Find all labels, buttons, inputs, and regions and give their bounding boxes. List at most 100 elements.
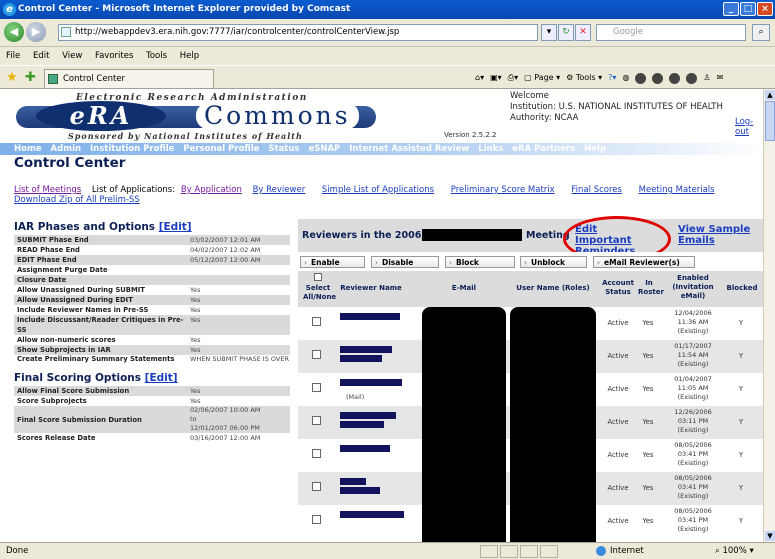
applications-label: List of Applications: — [91, 185, 176, 195]
option-label: Allow non-numeric scores — [17, 336, 116, 344]
zoom-level[interactable]: ⌕ 100% ▾ — [715, 543, 754, 559]
enabled-header[interactable]: Enabled (Invitation eMail) — [664, 274, 722, 301]
username-header[interactable]: User Name (Roles) — [510, 284, 596, 293]
menu-tools[interactable]: Tools — [146, 51, 167, 61]
address-dropdown-button[interactable]: ▾ — [541, 24, 557, 41]
blocked-flag: Y — [738, 319, 744, 327]
simple-list-link[interactable]: Simple List of Applications — [322, 185, 434, 195]
iar-edit-link[interactable]: [Edit] — [159, 221, 192, 233]
nav-esnap[interactable]: eSNAP — [308, 144, 340, 154]
option-label: Create Preliminary Summary Statements — [17, 355, 175, 363]
help-icon[interactable]: ?▾ — [608, 70, 616, 86]
home-icon[interactable]: ⌂▾ — [475, 70, 484, 86]
search-icon[interactable]: ⌕ — [752, 24, 770, 41]
messenger-icon[interactable]: ♙ — [703, 70, 710, 86]
tab-control-center[interactable]: Control Center — [44, 69, 214, 88]
by-application-link[interactable]: By Application — [181, 185, 242, 195]
nav-institution-profile[interactable]: Institution Profile — [90, 144, 174, 154]
toolbar-dot-1[interactable] — [635, 72, 647, 84]
enable-button[interactable]: › Enable — [300, 256, 365, 268]
unblock-button[interactable]: › Unblock — [520, 256, 587, 268]
row-checkbox[interactable] — [312, 317, 321, 326]
blocked-header[interactable]: Blocked — [722, 284, 762, 293]
final-scores-link[interactable]: Final Scores — [571, 185, 622, 195]
select-all-checkbox[interactable] — [314, 273, 322, 281]
option-value — [190, 265, 290, 275]
feeds-icon[interactable]: ▣▾ — [490, 70, 502, 86]
redacted-meeting-name — [422, 229, 522, 241]
row-checkbox[interactable] — [312, 449, 321, 458]
option-value: Yes — [190, 296, 201, 304]
in-roster-header[interactable]: In Roster — [638, 279, 664, 297]
email-reviewers-button[interactable]: › eMail Reviewer(s) — [593, 256, 695, 268]
row-checkbox[interactable] — [312, 515, 321, 524]
add-favorites-icon[interactable]: ✚ — [25, 70, 36, 85]
nav-status[interactable]: Status — [268, 144, 299, 154]
option-label: Include Reviewer Names in Pre-SS — [17, 306, 149, 314]
menu-view[interactable]: View — [62, 51, 82, 61]
redacted-reviewer-name[interactable] — [340, 445, 404, 467]
print-icon[interactable]: ⎙▾ — [508, 70, 518, 86]
toolbar-dot-4[interactable] — [686, 72, 698, 84]
by-reviewer-link[interactable]: By Reviewer — [253, 185, 306, 195]
close-button[interactable]: × — [757, 2, 773, 16]
menu-help[interactable]: Help — [180, 51, 199, 61]
back-button[interactable]: ◀ — [4, 22, 24, 42]
redacted-reviewer-name[interactable] — [340, 478, 404, 500]
nav-help[interactable]: Help — [584, 144, 606, 154]
toolbar-dot-3[interactable] — [669, 72, 681, 84]
vertical-scrollbar[interactable]: ▲ ▼ — [763, 89, 775, 542]
disable-button[interactable]: › Disable — [371, 256, 439, 268]
row-checkbox[interactable] — [312, 482, 321, 491]
email-header[interactable]: E-Mail — [426, 284, 502, 293]
scroll-down-icon[interactable]: ▼ — [765, 531, 775, 541]
enabled-date: 08/05/2006 03:41 PM (Existing) — [674, 507, 712, 533]
meeting-materials-link[interactable]: Meeting Materials — [639, 185, 715, 195]
research-icon[interactable]: ◍ — [622, 70, 629, 86]
redacted-reviewer-name[interactable] — [340, 511, 404, 533]
nav-era-partners[interactable]: eRA Partners — [512, 144, 575, 154]
menu-favorites[interactable]: Favorites — [95, 51, 133, 61]
in-roster: Yes — [642, 517, 654, 525]
minimize-button[interactable]: _ — [723, 2, 739, 16]
stop-button[interactable]: ✕ — [575, 24, 591, 41]
scroll-thumb[interactable] — [765, 101, 775, 141]
favorites-star-icon[interactable]: ★ — [6, 70, 18, 85]
nav-links[interactable]: Links — [478, 144, 503, 154]
menu-file[interactable]: File — [6, 51, 20, 61]
view-sample-emails-link[interactable]: View Sample Emails — [678, 224, 758, 246]
final-edit-link[interactable]: [Edit] — [145, 372, 178, 384]
preliminary-score-matrix-link[interactable]: Preliminary Score Matrix — [451, 185, 555, 195]
menu-edit[interactable]: Edit — [33, 51, 49, 61]
extra-icon[interactable]: ✉ — [717, 70, 724, 86]
tools-menu[interactable]: ⚙ Tools ▾ — [566, 70, 602, 86]
option-row: READ Phase End 04/02/2007 12:02 AM — [14, 245, 290, 255]
scroll-up-icon[interactable]: ▲ — [765, 90, 775, 100]
block-button[interactable]: › Block — [445, 256, 515, 268]
nav-admin[interactable]: Admin — [51, 144, 82, 154]
account-status: Active — [607, 517, 629, 525]
account-status-header[interactable]: Account Status — [598, 279, 638, 297]
forward-button[interactable]: ▶ — [26, 22, 46, 42]
list-of-meetings-link[interactable]: List of Meetings — [14, 185, 81, 195]
redacted-reviewer-name[interactable] — [340, 313, 404, 335]
in-roster: Yes — [642, 319, 654, 327]
nav-iar[interactable]: Internet Assisted Review — [349, 144, 469, 154]
address-bar[interactable]: http://webappdev3.era.nih.gov:7777/iar/c… — [58, 24, 538, 41]
reviewer-name-header[interactable]: Reviewer Name — [336, 284, 406, 293]
select-all-column[interactable]: Select All/None — [303, 273, 336, 302]
row-checkbox[interactable] — [312, 383, 321, 392]
nav-personal-profile[interactable]: Personal Profile — [183, 144, 259, 154]
redacted-reviewer-name[interactable] — [340, 412, 404, 434]
redacted-reviewer-name[interactable] — [340, 346, 404, 368]
row-checkbox[interactable] — [312, 350, 321, 359]
maximize-button[interactable]: □ — [740, 2, 756, 16]
logout-link[interactable]: Log-out — [735, 117, 763, 137]
refresh-button[interactable]: ↻ — [558, 24, 574, 41]
toolbar-dot-2[interactable] — [652, 72, 664, 84]
search-input[interactable]: Google — [596, 24, 746, 41]
row-checkbox[interactable] — [312, 416, 321, 425]
page-menu[interactable]: ▢ Page ▾ — [524, 70, 560, 86]
download-zip-link[interactable]: Download Zip of All Prelim-SS — [14, 195, 140, 205]
nav-home[interactable]: Home — [14, 144, 42, 154]
